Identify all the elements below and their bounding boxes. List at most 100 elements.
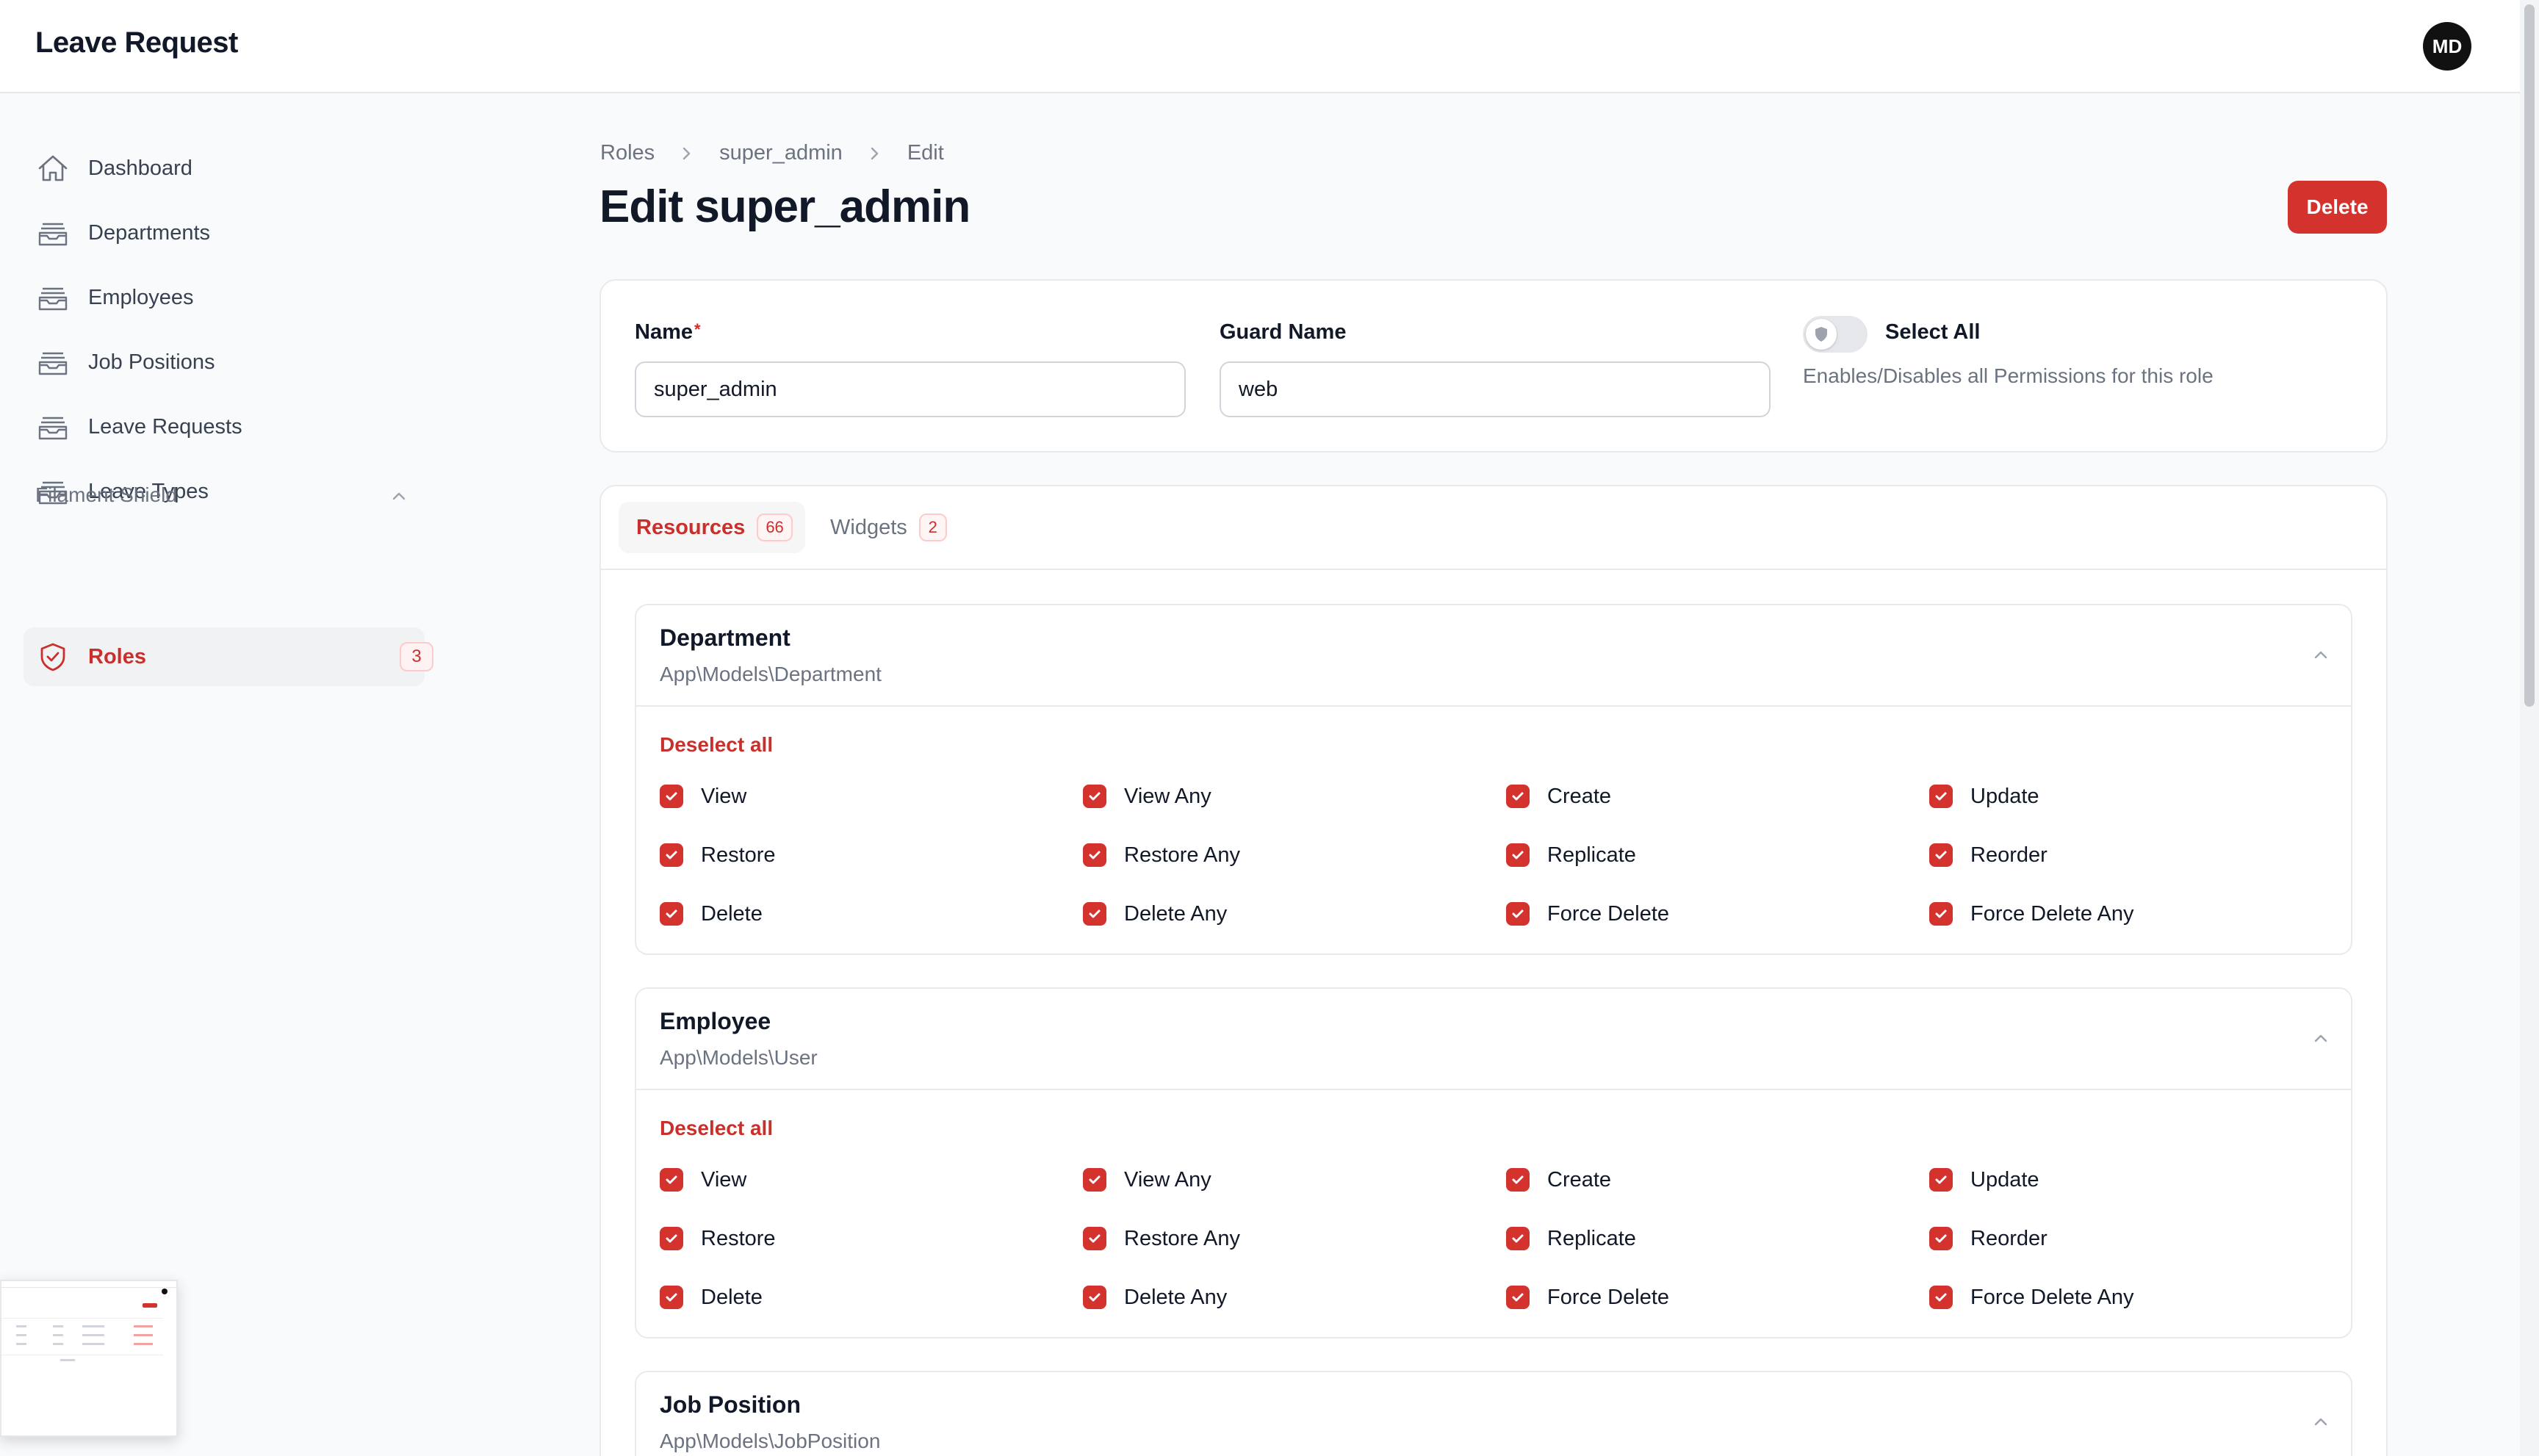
checkbox-checked[interactable]	[1929, 1286, 1953, 1309]
page-scrollbar[interactable]	[2520, 0, 2539, 1456]
permission-delete-any[interactable]: Delete Any	[1083, 899, 1227, 929]
scrollbar-thumb[interactable]	[2524, 4, 2535, 707]
sidebar-item-job-positions[interactable]: Job Positions	[24, 333, 425, 392]
checkbox-checked[interactable]	[1083, 785, 1106, 808]
permission-label: View	[701, 784, 747, 808]
check-icon	[1935, 792, 1947, 801]
delete-button[interactable]: Delete	[2288, 181, 2387, 234]
checkbox-checked[interactable]	[1929, 1168, 1953, 1192]
permission-create[interactable]: Create	[1506, 782, 1611, 811]
checkbox-checked[interactable]	[660, 1227, 683, 1250]
checkbox-checked[interactable]	[1506, 843, 1530, 867]
chevron-up-icon[interactable]	[388, 485, 410, 507]
breadcrumb: Roles super_admin Edit	[600, 141, 944, 165]
section-title: Job Position	[660, 1391, 801, 1418]
permission-label: Restore	[701, 1226, 776, 1250]
sidebar-item-label: Departments	[88, 220, 211, 245]
checkbox-checked[interactable]	[1506, 785, 1530, 808]
section-title: Employee	[660, 1008, 771, 1034]
tab-label: Resources	[636, 515, 746, 539]
chevron-up-icon[interactable]	[2310, 1410, 2332, 1432]
permission-force-delete[interactable]: Force Delete	[1506, 1283, 1669, 1312]
inbox-stack-icon	[38, 287, 68, 311]
checkbox-checked[interactable]	[660, 1168, 683, 1192]
permission-view-any[interactable]: View Any	[1083, 1165, 1211, 1194]
deselect-all-link[interactable]: Deselect all	[660, 1117, 773, 1140]
checkbox-checked[interactable]	[1506, 1168, 1530, 1192]
app-title[interactable]: Leave Request	[35, 26, 238, 60]
select-all-help: Enables/Disables all Permissions for thi…	[1803, 364, 2214, 387]
checkbox-checked[interactable]	[1506, 1286, 1530, 1309]
permission-replicate[interactable]: Replicate	[1506, 1224, 1636, 1253]
checkbox-checked[interactable]	[1506, 902, 1530, 926]
check-icon	[1935, 1293, 1947, 1302]
select-all-toggle[interactable]	[1803, 316, 1868, 353]
thumbnail-preview	[1, 1281, 176, 1435]
permission-reorder[interactable]: Reorder	[1929, 1224, 2048, 1253]
permission-view[interactable]: View	[660, 782, 746, 811]
section-divider	[636, 1089, 2351, 1090]
sidebar-item-label: Job Positions	[88, 350, 215, 374]
sidebar-item-leave-requests[interactable]: Leave Requests	[24, 397, 425, 456]
check-icon	[1512, 909, 1524, 918]
tab-resources[interactable]: Resources 66	[619, 502, 805, 553]
screenshot-thumbnail[interactable]	[0, 1280, 178, 1437]
sidebar-group-label[interactable]: Filament Shield	[35, 483, 177, 507]
name-input[interactable]: super_admin	[635, 361, 1186, 417]
permission-restore-any[interactable]: Restore Any	[1083, 1224, 1240, 1253]
chevron-up-icon[interactable]	[2310, 1027, 2332, 1049]
deselect-all-link[interactable]: Deselect all	[660, 733, 773, 757]
checkbox-checked[interactable]	[660, 785, 683, 808]
permission-force-delete-any[interactable]: Force Delete Any	[1929, 899, 2133, 929]
checkbox-checked[interactable]	[1083, 1168, 1106, 1192]
breadcrumb-roles[interactable]: Roles	[600, 141, 655, 165]
checkbox-checked[interactable]	[1929, 902, 1953, 926]
permission-create[interactable]: Create	[1506, 1165, 1611, 1194]
shield-icon	[1815, 327, 1827, 342]
permission-delete-any[interactable]: Delete Any	[1083, 1283, 1227, 1312]
sidebar-item-dashboard[interactable]: Dashboard	[24, 139, 425, 198]
permission-force-delete-any[interactable]: Force Delete Any	[1929, 1283, 2133, 1312]
checkbox-checked[interactable]	[1083, 1227, 1106, 1250]
permission-delete[interactable]: Delete	[660, 899, 763, 929]
checkbox-checked[interactable]	[660, 843, 683, 867]
permission-update[interactable]: Update	[1929, 1165, 2039, 1194]
checkbox-checked[interactable]	[660, 1286, 683, 1309]
checkbox-checked[interactable]	[1929, 1227, 1953, 1250]
checkbox-checked[interactable]	[1929, 843, 1953, 867]
permission-label: Create	[1547, 784, 1612, 808]
check-icon	[1935, 1175, 1947, 1184]
roles-count-badge: 3	[400, 642, 433, 671]
chevron-up-icon[interactable]	[2310, 644, 2332, 666]
inbox-stack-icon	[38, 352, 68, 375]
permission-restore[interactable]: Restore	[660, 1224, 776, 1253]
permission-reorder[interactable]: Reorder	[1929, 840, 2048, 870]
sidebar-item-departments[interactable]: Departments	[24, 203, 425, 262]
permission-replicate[interactable]: Replicate	[1506, 840, 1636, 870]
checkbox-checked[interactable]	[1083, 1286, 1106, 1309]
permission-update[interactable]: Update	[1929, 782, 2039, 811]
checkbox-checked[interactable]	[1929, 785, 1953, 808]
checkbox-checked[interactable]	[1083, 902, 1106, 926]
permission-view[interactable]: View	[660, 1165, 746, 1194]
sidebar-item-employees[interactable]: Employees	[24, 268, 425, 327]
user-avatar[interactable]: MD	[2423, 22, 2471, 71]
required-mark: *	[694, 320, 701, 339]
checkbox-checked[interactable]	[1506, 1227, 1530, 1250]
checkbox-checked[interactable]	[1083, 843, 1106, 867]
sidebar-item-roles[interactable]: Roles 3	[24, 627, 433, 686]
permission-restore[interactable]: Restore	[660, 840, 776, 870]
breadcrumb-record[interactable]: super_admin	[719, 141, 843, 165]
guard-name-input[interactable]: web	[1220, 361, 1771, 417]
permission-view-any[interactable]: View Any	[1083, 782, 1211, 811]
checkbox-checked[interactable]	[660, 902, 683, 926]
sidebar-item-label: Employees	[88, 285, 194, 309]
permission-restore-any[interactable]: Restore Any	[1083, 840, 1240, 870]
select-all-label[interactable]: Select All	[1885, 320, 1980, 345]
tab-widgets[interactable]: Widgets 2	[813, 502, 973, 553]
permission-label: Replicate	[1547, 1226, 1636, 1250]
permission-force-delete[interactable]: Force Delete	[1506, 899, 1669, 929]
permission-delete[interactable]: Delete	[660, 1283, 763, 1312]
permission-label: Force Delete	[1547, 901, 1670, 926]
breadcrumb-edit: Edit	[907, 141, 944, 165]
